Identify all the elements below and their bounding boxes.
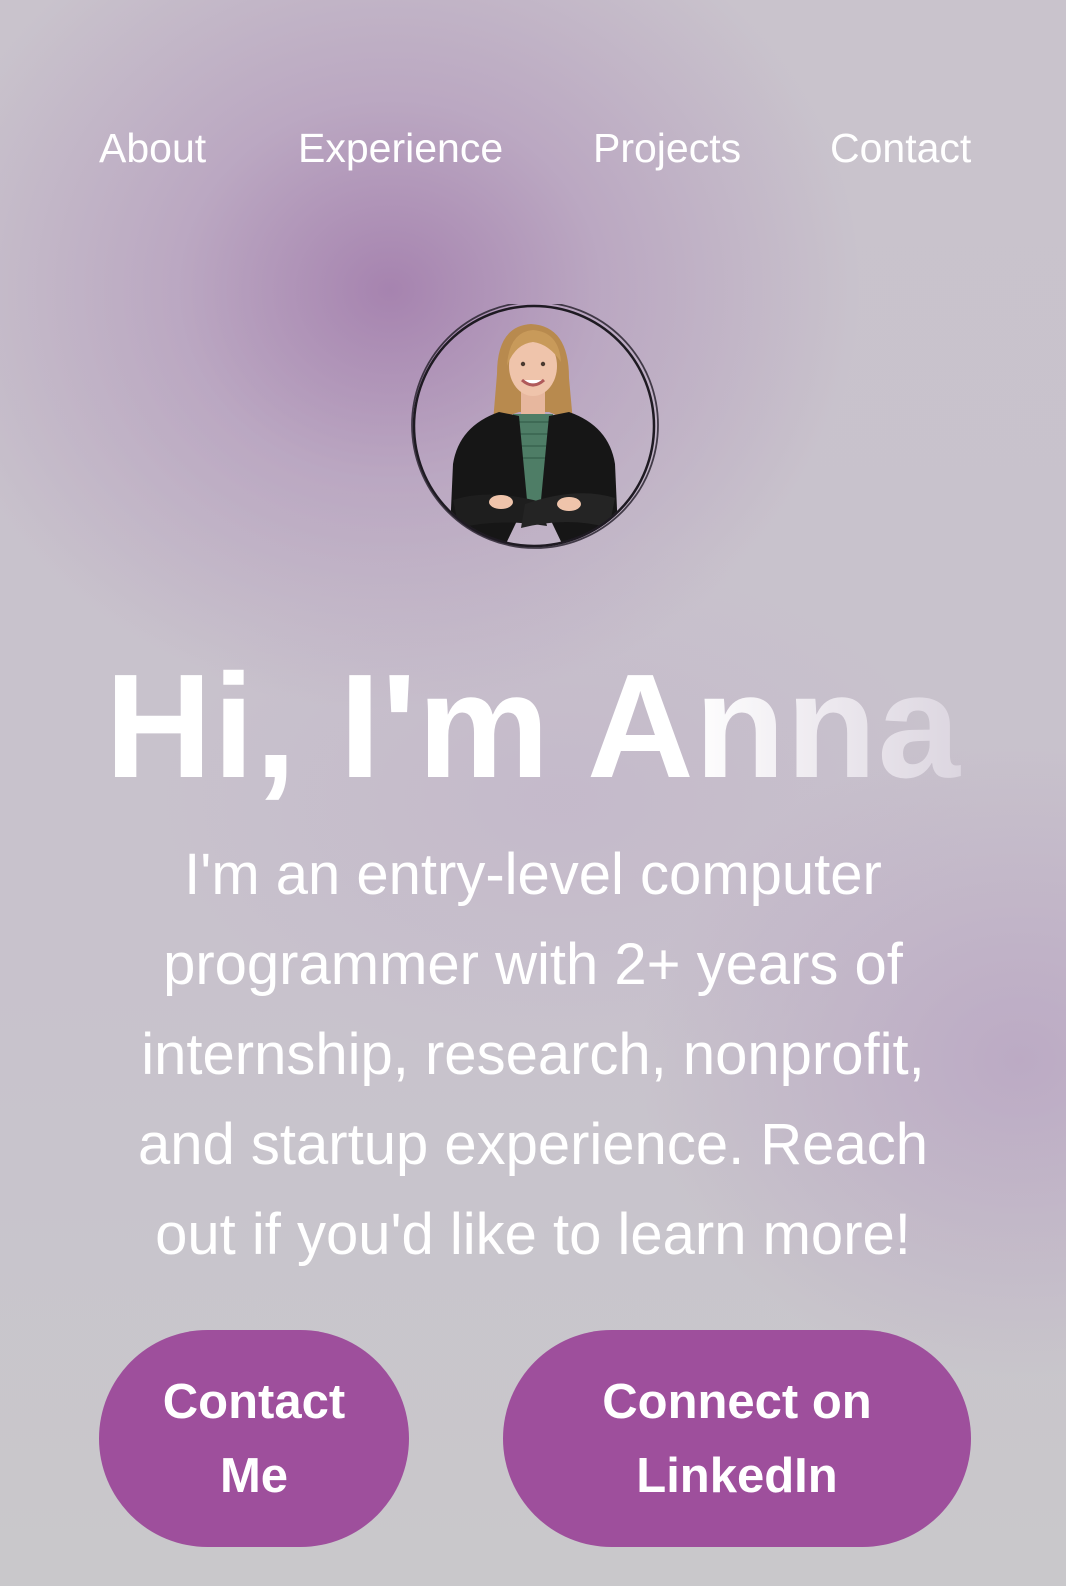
intro-text: I'm an entry-level computer programmer w…	[138, 842, 928, 1267]
hero-title-text: Hi, I'm Anna	[105, 644, 961, 810]
profile-avatar	[409, 304, 659, 554]
contact-me-button[interactable]: Contact Me	[99, 1330, 409, 1547]
nav-link-about[interactable]: About	[99, 124, 206, 172]
nav-link-projects[interactable]: Projects	[593, 124, 741, 172]
profile-photo	[411, 304, 659, 549]
top-nav: About Experience Projects Contact	[99, 124, 971, 172]
nav-link-experience[interactable]: Experience	[298, 124, 503, 172]
nav-link-contact[interactable]: Contact	[830, 124, 971, 172]
hero-title: Hi, I'm Anna	[0, 647, 1066, 807]
connect-linkedin-button[interactable]: Connect on LinkedIn	[503, 1330, 971, 1547]
